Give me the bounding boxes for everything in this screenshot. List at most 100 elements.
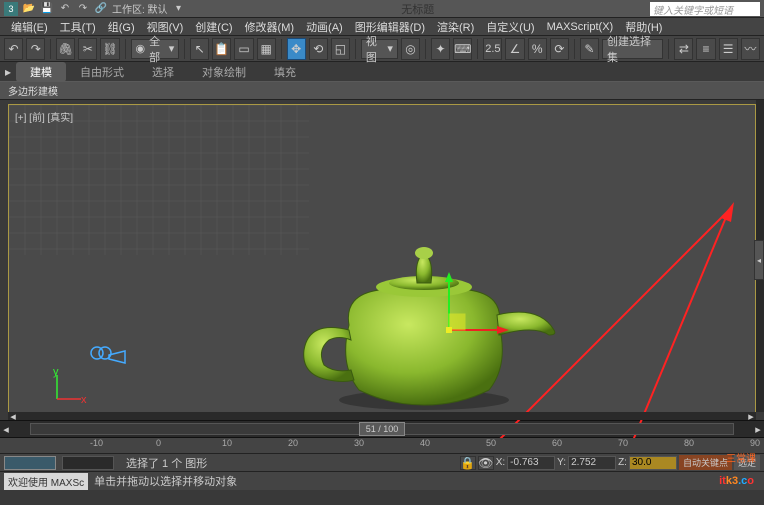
- menu-modifiers[interactable]: 修改器(M): [240, 18, 300, 36]
- timeline-prev-icon[interactable]: ◂: [0, 423, 12, 436]
- thumbnail-2[interactable]: [62, 456, 114, 470]
- curve-editor-button[interactable]: 〰: [741, 38, 760, 60]
- maxscript-welcome: 欢迎使用 MAXSc: [4, 473, 88, 490]
- select-name-button[interactable]: 📋: [212, 38, 231, 60]
- hint-text: 单击并拖动以选择并移动对象: [94, 473, 237, 489]
- timeline-handle[interactable]: 51 / 100: [359, 422, 405, 436]
- unlink-button[interactable]: ✂: [78, 38, 97, 60]
- undo-icon[interactable]: ↶: [58, 2, 72, 16]
- coord-x-input[interactable]: [507, 456, 555, 470]
- angle-snap-button[interactable]: ∠: [505, 38, 524, 60]
- ruler-tick: 10: [222, 438, 232, 448]
- menu-create[interactable]: 创建(C): [190, 18, 237, 36]
- coord-y-input[interactable]: [568, 456, 616, 470]
- coord-y: Y:: [557, 456, 616, 470]
- ruler-tick: 20: [288, 438, 298, 448]
- ruler-tick: 50: [486, 438, 496, 448]
- scroll-right-icon[interactable]: ▸: [746, 410, 756, 423]
- hint-bar: 欢迎使用 MAXSc 单击并拖动以选择并移动对象: [0, 472, 764, 490]
- scale-button[interactable]: ◱: [331, 38, 350, 60]
- titlebar: 3 📂 💾 ↶ ↷ 🔗 工作区: 默认 ▾ 无标题 键入关键字或短语: [0, 0, 764, 18]
- ruler-tick: -10: [90, 438, 103, 448]
- coord-z: Z:: [618, 456, 677, 470]
- ref-coord-combo[interactable]: 视图▾: [361, 39, 398, 59]
- ribbon: ▸ 建模 自由形式 选择 对象绘制 填充: [0, 62, 764, 82]
- app-logo[interactable]: 3: [4, 2, 18, 16]
- auto-key-button[interactable]: 自动关键点: [679, 455, 732, 470]
- viewport-area[interactable]: [+] [前] [真实]: [0, 100, 764, 420]
- teapot-object[interactable]: [289, 235, 559, 415]
- ribbon-tab-selection[interactable]: 选择: [138, 62, 188, 82]
- workspace-dropdown-icon[interactable]: ▾: [172, 2, 186, 16]
- open-icon[interactable]: 📂: [22, 2, 36, 16]
- ruler-tick: 90: [750, 438, 760, 448]
- undo-button[interactable]: ↶: [4, 38, 23, 60]
- time-slider[interactable]: ◂ 51 / 100 ▸: [0, 420, 764, 438]
- menu-tools[interactable]: 工具(T): [55, 18, 101, 36]
- viewport-scrollbar-horizontal[interactable]: ◂ ▸: [8, 412, 756, 420]
- menu-edit[interactable]: 编辑(E): [6, 18, 53, 36]
- menu-graph-editors[interactable]: 图形编辑器(D): [350, 18, 430, 36]
- menu-maxscript[interactable]: MAXScript(X): [542, 20, 619, 34]
- ruler-tick: 60: [552, 438, 562, 448]
- select-button[interactable]: ↖: [190, 38, 209, 60]
- isolate-icon[interactable]: 👁: [478, 456, 494, 470]
- menu-customize[interactable]: 自定义(U): [481, 18, 539, 36]
- snap-toggle-button[interactable]: 2.5: [483, 38, 502, 60]
- ribbon-tab-populate[interactable]: 填充: [260, 62, 310, 82]
- scroll-left-icon[interactable]: ◂: [8, 410, 18, 423]
- select-region-button[interactable]: ▭: [234, 38, 253, 60]
- ribbon-tab-modeling[interactable]: 建模: [16, 62, 66, 82]
- selection-filter-combo[interactable]: ◉全部▾: [131, 39, 180, 59]
- menu-rendering[interactable]: 渲染(R): [432, 18, 479, 36]
- pivot-button[interactable]: ◎: [401, 38, 420, 60]
- spinner-snap-button[interactable]: ⟳: [550, 38, 569, 60]
- camera-icon[interactable]: [89, 345, 129, 369]
- save-icon[interactable]: 💾: [40, 2, 54, 16]
- timeline-track[interactable]: 51 / 100: [30, 423, 734, 435]
- status-bar: 选择了 1 个 图形 🔒 👁 X: Y: Z: 自动关键点 选定: [0, 454, 764, 472]
- coord-z-input[interactable]: [629, 456, 677, 470]
- coord-z-label: Z:: [618, 457, 627, 468]
- viewport-front[interactable]: [+] [前] [真实]: [8, 104, 756, 416]
- redo-button[interactable]: ↷: [26, 38, 45, 60]
- menu-animation[interactable]: 动画(A): [301, 18, 348, 36]
- coord-y-label: Y:: [557, 457, 566, 468]
- layer-button[interactable]: ☰: [719, 38, 738, 60]
- lock-selection-icon[interactable]: 🔒: [460, 456, 476, 470]
- link-button[interactable]: 🖇: [56, 38, 75, 60]
- named-sets-edit-button[interactable]: ✎: [580, 38, 599, 60]
- keyboard-shortcut-button[interactable]: ⌨: [453, 38, 472, 60]
- ruler-tick: 0: [156, 438, 161, 448]
- ribbon-tab-freeform[interactable]: 自由形式: [66, 62, 138, 82]
- coord-x-label: X:: [496, 457, 505, 468]
- percent-snap-button[interactable]: %: [528, 38, 547, 60]
- transform-type-in: 🔒 👁 X: Y: Z: 自动关键点 选定: [460, 455, 760, 470]
- selection-status: 选择了 1 个 图形: [126, 455, 207, 471]
- named-sets-combo[interactable]: 创建选择集: [602, 39, 663, 59]
- ruler-tick: 80: [684, 438, 694, 448]
- menu-group[interactable]: 组(G): [103, 18, 140, 36]
- workspace-label[interactable]: 工作区: 默认: [112, 1, 168, 16]
- svg-text:x: x: [81, 394, 87, 406]
- help-search-input[interactable]: 键入关键字或短语: [650, 2, 760, 16]
- bind-button[interactable]: ⛓: [100, 38, 119, 60]
- viewport-label[interactable]: [+] [前] [真实]: [15, 109, 73, 124]
- mirror-button[interactable]: ⇄: [674, 38, 693, 60]
- ruler-tick: 70: [618, 438, 628, 448]
- move-button[interactable]: ✥: [287, 38, 306, 60]
- link-icon[interactable]: 🔗: [94, 2, 108, 16]
- align-button[interactable]: ≡: [696, 38, 715, 60]
- coord-x: X:: [496, 456, 555, 470]
- window-crossing-button[interactable]: ▦: [257, 38, 276, 60]
- select-manipulate-button[interactable]: ✦: [431, 38, 450, 60]
- ribbon-tab-object-paint[interactable]: 对象绘制: [188, 62, 260, 82]
- timeline-next-icon[interactable]: ▸: [752, 423, 764, 436]
- redo-icon[interactable]: ↷: [76, 2, 90, 16]
- rotate-button[interactable]: ⟲: [309, 38, 328, 60]
- viewport-grid: [9, 105, 309, 255]
- time-ruler[interactable]: -100102030405060708090: [0, 438, 764, 454]
- thumbnail-selected[interactable]: [4, 456, 56, 470]
- ribbon-expand-icon[interactable]: ▸: [0, 64, 16, 80]
- command-panel-toggle[interactable]: ◂: [754, 240, 764, 280]
